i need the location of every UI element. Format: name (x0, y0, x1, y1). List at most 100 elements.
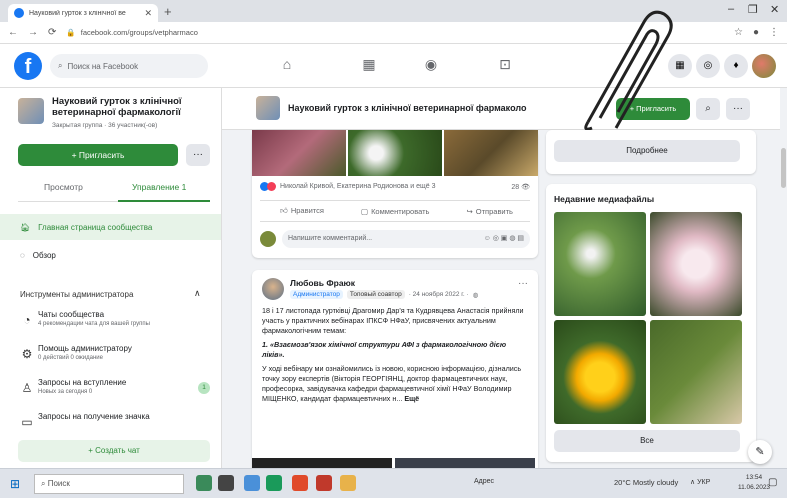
post-date[interactable]: · 24 ноября 2022 г. · (409, 291, 469, 298)
post-meta: Администратор Топовый соавтор · 24 ноябр… (290, 290, 478, 299)
more-details-button[interactable]: Подробнее (554, 140, 740, 162)
recent-media-card: Недавние медиафайлы Все (546, 184, 756, 462)
like-button[interactable]: 👍︎ Нравится (277, 206, 324, 216)
group-meta: Закрытая группа · 36 участник(-ов) (52, 122, 158, 129)
gaming-icon[interactable]: ⊡ (494, 56, 516, 76)
browser-tab[interactable]: Науковий гурток з клінічної ве ✕ (8, 4, 158, 22)
scrollbar-thumb[interactable] (781, 148, 786, 188)
back-icon[interactable]: ← (8, 27, 18, 38)
new-tab-icon[interactable]: + (164, 4, 172, 19)
admin-badge: Администратор (290, 290, 343, 299)
taskbar-search-input[interactable]: ⌕ Поиск (34, 474, 184, 494)
taskbar-app-icon[interactable] (196, 475, 212, 491)
top-contributor-badge: Топовый соавтор (346, 290, 405, 299)
sidebar-item-home[interactable]: 🏠︎ Главная страница сообщества (0, 214, 221, 240)
more-options-button[interactable]: ··· (186, 144, 210, 166)
group-search-button[interactable]: ⌕ (696, 98, 720, 120)
group-admin-sidebar: Науковий гурток з клінічної ветеринарної… (0, 88, 222, 468)
group-name[interactable]: Науковий гурток з клінічної ветеринарної… (52, 96, 212, 118)
reactors-text: Николай Кривой, Екатерина Родионова и ещ… (280, 183, 436, 190)
thumbs-up-icon: 👍︎ (280, 206, 288, 215)
media-thumb[interactable] (554, 320, 646, 424)
file-explorer-icon[interactable] (244, 475, 260, 491)
facebook-search-input[interactable]: ⌕ Поиск на Facebook (50, 54, 208, 78)
post-photo[interactable] (444, 130, 538, 176)
tool-badge-requests[interactable]: ▭ Запросы на получение значка (20, 412, 216, 438)
invite-button[interactable]: + Пригласить (18, 144, 178, 166)
group-thumbnail[interactable] (256, 96, 280, 120)
media-thumb[interactable] (650, 320, 742, 424)
chrome-icon[interactable] (340, 475, 356, 491)
facebook-logo-icon[interactable]: f (14, 52, 42, 80)
messenger-icon[interactable]: ◎ (696, 54, 720, 78)
bookmark-star-icon[interactable]: ☆ (734, 27, 743, 38)
post-actions: 👍︎ Нравится ▢ Комментировать ↪ Отправить (260, 200, 530, 222)
see-more-link[interactable]: Ещё (404, 394, 419, 403)
group-header-name[interactable]: Науковий гурток з клінічної ветеринарної… (288, 103, 526, 113)
media-thumb[interactable] (554, 212, 646, 316)
powerpoint-icon[interactable] (316, 475, 332, 491)
comment-input[interactable]: Напишите комментарий... ☺ ◎ ▣ ◍ ▤ (282, 230, 530, 248)
tool-admin-assist[interactable]: ⚙ Помощь администратору 0 действий 0 ожи… (20, 344, 216, 370)
windows-start-icon[interactable]: ⊞ (10, 477, 20, 491)
window-close-icon[interactable]: ✕ (770, 3, 779, 16)
post-photo[interactable] (348, 130, 442, 176)
home-icon: 🏠︎ (20, 222, 31, 232)
home-icon[interactable]: ⌂ (276, 56, 298, 76)
post-photos[interactable] (252, 130, 538, 176)
author-avatar[interactable] (262, 278, 284, 300)
sidebar-item-overview[interactable]: ◌ Обзор (0, 242, 221, 268)
maximize-icon[interactable]: ❐ (748, 3, 758, 16)
post-more-icon[interactable]: ··· (518, 278, 528, 289)
page-scrollbar[interactable] (780, 88, 787, 468)
chevron-up-icon[interactable]: ∧ (194, 288, 201, 299)
new-message-icon[interactable]: ✎ (748, 440, 772, 464)
sidebar-tabs: Просмотр Управление 1 (18, 174, 210, 202)
group-thumbnail[interactable] (18, 98, 44, 124)
weather-widget[interactable]: 20°C Mostly cloudy (614, 478, 678, 487)
tool-title: Запросы на вступление (38, 378, 127, 387)
create-chat-button[interactable]: + Создать чат (18, 440, 210, 462)
minimize-icon[interactable]: – (728, 3, 734, 15)
tab-view[interactable]: Просмотр (44, 182, 83, 192)
sidebar-item-label: Главная страница сообщества (38, 222, 153, 232)
share-button[interactable]: ↪ Отправить (463, 207, 513, 216)
office-icon[interactable] (292, 475, 308, 491)
emoji-icons[interactable]: ☺ ◎ ▣ ◍ ▤ (484, 230, 524, 248)
about-card: Подробнее (546, 130, 756, 174)
group-more-button[interactable]: ··· (726, 98, 750, 120)
tab-manage[interactable]: Управление 1 (132, 182, 186, 192)
tool-community-chats[interactable]: ◔ Чаты сообщества 4 рекомендации чата дл… (20, 310, 216, 336)
post-paragraph: 1. «Взаємозв'язок хімічної структури АФІ… (262, 340, 507, 359)
taskbar-clock[interactable]: 13:54 11.06.2023 (738, 473, 770, 493)
feed-post-card: Любовь Фраюк Администратор Топовый соавт… (252, 270, 538, 476)
marketplace-icon[interactable]: ▦ (358, 56, 380, 76)
groups-icon[interactable]: ◉ (420, 56, 442, 76)
clock-date: 11.06.2023 (738, 484, 771, 491)
account-avatar[interactable] (752, 54, 776, 78)
post-photo[interactable] (252, 130, 346, 176)
see-all-button[interactable]: Все (554, 430, 740, 452)
comment-row: Напишите комментарий... ☺ ◎ ▣ ◍ ▤ (260, 228, 530, 250)
browser-menu-icon[interactable]: ⋮ (769, 27, 779, 38)
profile-icon[interactable]: ● (753, 27, 759, 38)
comment-button[interactable]: ▢ Комментировать (358, 207, 429, 216)
tab-title: Науковий гурток з клінічної ве (29, 9, 126, 17)
tool-join-requests[interactable]: ♙ Запросы на вступление Новых за сегодня… (20, 378, 216, 404)
edge-icon[interactable] (266, 475, 282, 491)
reload-icon[interactable]: ⟳ (48, 27, 56, 38)
task-view-icon[interactable] (218, 475, 234, 491)
tool-title: Помощь администратору (38, 344, 132, 353)
notifications-bell-icon[interactable]: ♦ (724, 54, 748, 78)
system-tray[interactable]: ∧ УКР (690, 478, 710, 486)
media-thumb[interactable] (650, 212, 742, 316)
notification-center-icon[interactable]: ▢ (768, 477, 777, 488)
reactions-row[interactable]: Николай Кривой, Екатерина Родионова и ещ… (260, 182, 530, 191)
post-author[interactable]: Любовь Фраюк (290, 278, 355, 288)
close-tab-icon[interactable]: ✕ (144, 8, 152, 19)
search-icon: ⌕ (41, 479, 46, 488)
post-paragraph: У ході вебінару ми ознайомились із новою… (262, 364, 530, 404)
tool-subtitle: Новых за сегодня 0 (38, 389, 93, 395)
forward-icon[interactable]: → (28, 27, 38, 38)
lock-icon: 🔒 (66, 28, 76, 37)
